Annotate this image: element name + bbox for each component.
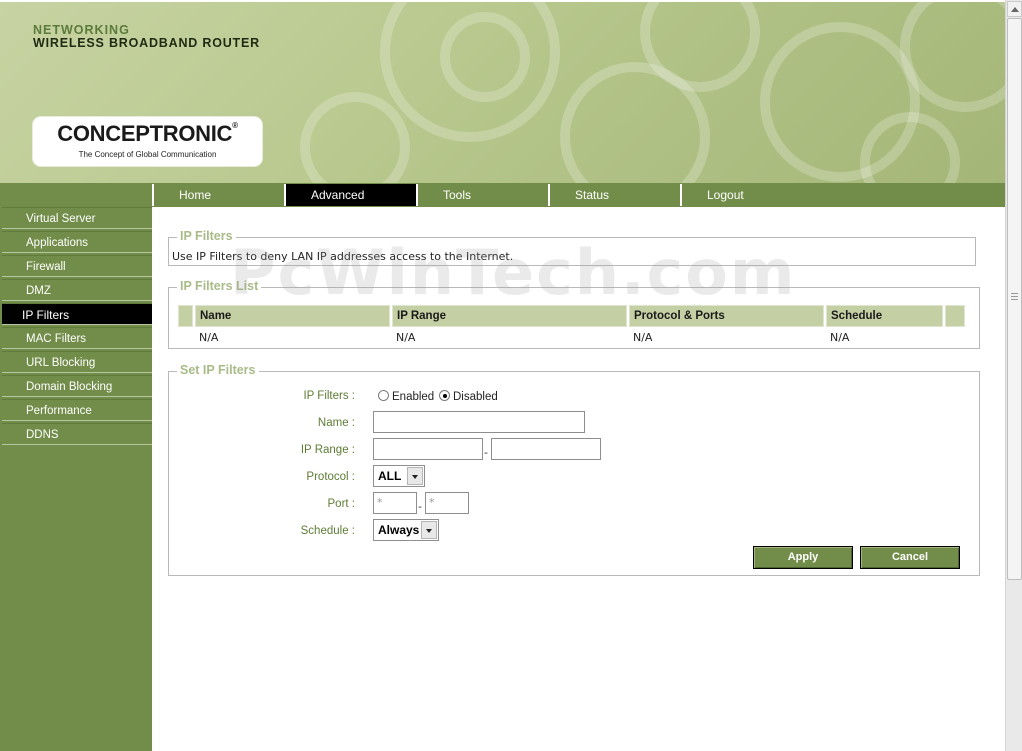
logo-wordmark: CONCEPTRONIC <box>57 121 233 146</box>
port-label: Port : <box>327 498 355 510</box>
ip-filters-table: Name IP Range Protocol & Ports Schedule … <box>176 303 967 348</box>
tab-home[interactable]: Home <box>152 184 282 206</box>
header-product-title: WIRELESS BROADBAND ROUTER <box>33 36 260 50</box>
table-header-action <box>945 305 965 327</box>
protocol-select[interactable]: ALL <box>373 465 425 487</box>
decorative-swirl <box>440 12 530 102</box>
protocol-label: Protocol : <box>306 471 355 483</box>
ip-range-end-input[interactable] <box>491 438 601 460</box>
vertical-scrollbar[interactable] <box>1005 0 1022 751</box>
tab-tools[interactable]: Tools <box>416 184 550 206</box>
header-networking-text: NETWORKING <box>33 23 130 37</box>
enabled-radio[interactable] <box>378 390 389 401</box>
set-ip-filters-legend: Set IP Filters <box>177 363 259 377</box>
ip-filters-list-box: IP Filters List Name IP Range Protocol &… <box>168 279 980 349</box>
port-dash: - <box>418 500 422 513</box>
sidebar-item-domain-blocking[interactable]: Domain Blocking <box>2 375 152 397</box>
table-header-name: Name <box>195 305 390 327</box>
table-cell-schedule: N/A <box>830 331 850 344</box>
ip-range-dash: - <box>484 446 488 459</box>
enabled-radio-label[interactable]: Enabled <box>392 391 434 403</box>
table-cell-ip-range: N/A <box>396 331 416 344</box>
ip-filters-status-label: IP Filters : <box>303 390 355 402</box>
table-header-ip-range: IP Range <box>392 305 627 327</box>
ip-filters-description: Use IP Filters to deny LAN IP addresses … <box>172 250 514 263</box>
table-cell-action <box>945 329 965 346</box>
name-input[interactable] <box>373 411 585 433</box>
ip-filters-info-box: IP Filters Use IP Filters to deny LAN IP… <box>168 229 976 266</box>
apply-button[interactable]: Apply <box>753 546 853 569</box>
sidebar: Virtual Server Applications Firewall DMZ… <box>0 207 152 751</box>
ip-filters-list-legend: IP Filters List <box>177 279 262 293</box>
tab-advanced[interactable]: Advanced <box>284 184 418 206</box>
main-content: IP Filters Use IP Filters to deny LAN IP… <box>152 207 1005 751</box>
port-start-input[interactable]: * <box>373 492 417 514</box>
sidebar-item-applications[interactable]: Applications <box>2 231 152 253</box>
table-header-row: Name IP Range Protocol & Ports Schedule <box>178 305 965 327</box>
port-end-input[interactable]: * <box>425 492 469 514</box>
disabled-radio-label[interactable]: Disabled <box>453 391 498 403</box>
grip-icon <box>1011 293 1018 300</box>
router-header: NETWORKING WIRELESS BROADBAND ROUTER CON… <box>0 0 1005 183</box>
scroll-up-arrow-icon[interactable] <box>1007 1 1022 17</box>
schedule-select-value: Always <box>378 523 420 537</box>
logo-name: CONCEPTRONIC® <box>33 121 262 147</box>
tabbar-spacer <box>0 183 152 207</box>
table-header-protocol-ports: Protocol & Ports <box>629 305 824 327</box>
chevron-down-icon[interactable] <box>407 467 423 485</box>
sidebar-item-url-blocking[interactable]: URL Blocking <box>2 351 152 373</box>
tab-logout[interactable]: Logout <box>680 184 814 206</box>
table-cell-protocol-ports: N/A <box>633 331 653 344</box>
schedule-label: Schedule : <box>300 525 355 537</box>
schedule-select[interactable]: Always <box>373 519 439 541</box>
table-header-schedule: Schedule <box>826 305 943 327</box>
logo-registered-mark: ® <box>232 121 238 130</box>
sidebar-item-mac-filters[interactable]: MAC Filters <box>2 327 152 349</box>
chevron-down-icon[interactable] <box>421 521 437 539</box>
sidebar-item-ddns[interactable]: DDNS <box>2 423 152 445</box>
sidebar-item-firewall[interactable]: Firewall <box>2 255 152 277</box>
sidebar-item-virtual-server[interactable]: Virtual Server <box>2 207 152 229</box>
name-label: Name : <box>317 417 355 429</box>
sidebar-item-dmz[interactable]: DMZ <box>2 279 152 301</box>
table-header-select <box>178 305 193 327</box>
cancel-button[interactable]: Cancel <box>860 546 960 569</box>
disabled-radio[interactable] <box>439 390 450 401</box>
sidebar-item-performance[interactable]: Performance <box>2 399 152 421</box>
scrollbar-thumb[interactable] <box>1007 18 1022 580</box>
tab-status[interactable]: Status <box>548 184 682 206</box>
logo-tagline: The Concept of Global Communication <box>78 150 217 159</box>
table-cell-name: N/A <box>199 331 219 344</box>
ip-filters-legend: IP Filters <box>177 229 236 243</box>
table-cell-select <box>178 329 193 346</box>
top-navigation: Home Advanced Tools Status Logout <box>0 183 1005 207</box>
ip-range-label: IP Range : <box>300 444 355 456</box>
decorative-swirl <box>300 92 410 183</box>
protocol-select-value: ALL <box>378 469 402 483</box>
conceptronic-logo: CONCEPTRONIC® The Concept of Global Comm… <box>33 117 262 166</box>
sidebar-item-ip-filters[interactable]: IP Filters <box>2 303 152 325</box>
set-ip-filters-box: Set IP Filters IP Filters : Enabled Disa… <box>168 363 980 576</box>
ip-range-start-input[interactable] <box>373 438 483 460</box>
table-row: N/A N/A N/A N/A <box>178 329 965 346</box>
